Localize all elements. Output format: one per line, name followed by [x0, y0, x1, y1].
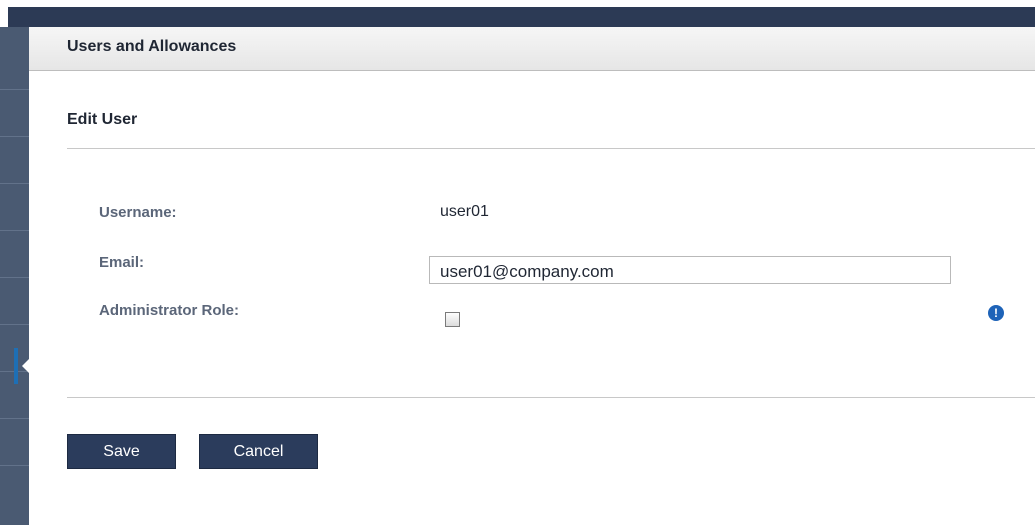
admin-role-label: Administrator Role:	[99, 302, 240, 319]
page-title: Users and Allowances	[67, 38, 237, 55]
cancel-button[interactable]: Cancel	[199, 434, 318, 469]
top-divider	[67, 148, 1035, 149]
sidebar-active-indicator	[14, 348, 18, 384]
sidebar-item[interactable]	[0, 230, 29, 277]
sidebar-item[interactable]	[0, 465, 29, 525]
email-field[interactable]	[429, 256, 951, 284]
username-label: Username:	[99, 204, 177, 221]
sidebar	[0, 27, 29, 525]
admin-role-checkbox[interactable]	[445, 312, 460, 327]
top-bar-band	[8, 7, 1035, 27]
sidebar-item[interactable]	[0, 418, 29, 465]
panel-header: Users and Allowances	[29, 27, 1035, 71]
sidebar-item[interactable]	[0, 89, 29, 136]
info-icon[interactable]: !	[988, 305, 1004, 321]
bottom-divider	[67, 397, 1035, 398]
main-panel: Users and Allowances Edit User Username:…	[29, 27, 1035, 525]
email-label: Email:	[99, 254, 145, 271]
username-value: user01	[440, 203, 489, 220]
sidebar-item[interactable]	[0, 277, 29, 324]
sidebar-item[interactable]	[0, 136, 29, 183]
section-title: Edit User	[67, 111, 138, 128]
app-window: Users and Allowances Edit User Username:…	[0, 0, 1035, 525]
save-button[interactable]: Save	[67, 434, 176, 469]
sidebar-item[interactable]	[0, 183, 29, 230]
top-bar	[0, 0, 1035, 27]
